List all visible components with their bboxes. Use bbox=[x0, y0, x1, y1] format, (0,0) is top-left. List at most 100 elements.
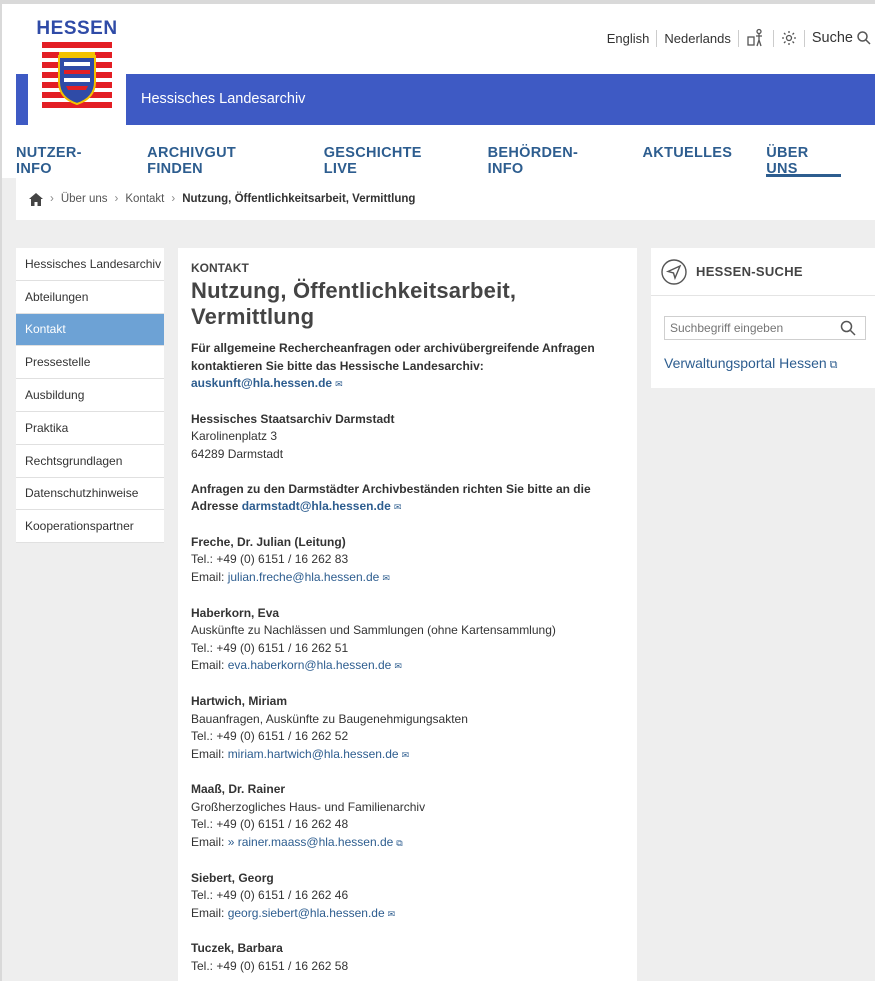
mail-icon: ✉ bbox=[335, 379, 343, 390]
email-label: Email: bbox=[191, 905, 225, 920]
search-button[interactable]: Suche bbox=[812, 30, 871, 46]
sidebar-item-kooperationspartner[interactable]: Kooperationspartner bbox=[16, 510, 164, 544]
chevron-right-icon: › bbox=[171, 193, 176, 205]
contact-tel: Tel.: +49 (0) 6151 / 16 262 48 bbox=[191, 817, 349, 832]
external-link-icon: ⧉ bbox=[829, 359, 838, 371]
sidebar-item-hessisches-landesarchiv[interactable]: Hessisches Landesarchiv bbox=[16, 248, 164, 281]
intro-email-link[interactable]: auskunft@hla.hessen.de bbox=[191, 376, 332, 390]
hessen-logo[interactable]: HESSEN bbox=[28, 4, 126, 126]
email-label: Email: bbox=[191, 658, 225, 673]
sidebar-item-praktika[interactable]: Praktika bbox=[16, 412, 164, 445]
contact-block: Hartwich, Miriam Bauanfragen, Auskünfte … bbox=[191, 693, 624, 764]
mail-icon: ✉ bbox=[382, 572, 390, 583]
contact-tel: Tel.: +49 (0) 6151 / 16 262 52 bbox=[191, 729, 349, 744]
page-kicker: KONTAKT bbox=[191, 261, 249, 275]
hessen-suche-input[interactable] bbox=[670, 321, 840, 335]
verwaltungsportal-link[interactable]: Verwaltungsportal Hessen ⧉ bbox=[664, 355, 838, 372]
hessen-suche-header: HESSEN-SUCHE bbox=[651, 248, 875, 296]
address-name: Hessisches Staatsarchiv Darmstadt bbox=[191, 411, 395, 426]
page-title: Nutzung, Öffentlichkeitsarbeit, Vermittl… bbox=[191, 278, 517, 329]
contact-block: Haberkorn, Eva Auskünfte zu Nachlässen u… bbox=[191, 605, 624, 676]
divider bbox=[656, 29, 658, 47]
hessen-suche-field[interactable] bbox=[664, 316, 866, 340]
address-city: 64289 Darmstadt bbox=[191, 446, 284, 461]
hessen-coat-of-arms-icon bbox=[42, 42, 112, 108]
nav-aktuelles[interactable]: AKTUELLES bbox=[643, 145, 733, 177]
divider bbox=[772, 29, 774, 47]
contact-block: Siebert, Georg Tel.: +49 (0) 6151 / 16 2… bbox=[191, 870, 624, 924]
contact-name: Hartwich, Miriam bbox=[191, 693, 288, 708]
search-icon[interactable] bbox=[840, 320, 856, 336]
contact-block: Freche, Dr. Julian (Leitung) Tel.: +49 (… bbox=[191, 534, 624, 588]
contact-tel: Tel.: +49 (0) 6151 / 16 262 46 bbox=[191, 888, 349, 903]
email-label: Email: bbox=[191, 746, 225, 761]
sidebar-item-kontakt[interactable]: Kontakt bbox=[16, 313, 164, 347]
contact-email-link[interactable]: » rainer.maass@hla.hessen.de bbox=[228, 835, 394, 849]
sidebar-item-abteilungen[interactable]: Abteilungen bbox=[16, 281, 164, 314]
language-english-link[interactable]: English bbox=[607, 31, 650, 46]
nav-ueber-uns[interactable]: ÜBER UNS bbox=[766, 145, 841, 177]
contact-description: Großherzogliches Haus- und Familienarchi… bbox=[191, 799, 426, 814]
contact-email-link[interactable]: miriam.hartwich@hla.hessen.de bbox=[228, 747, 399, 761]
requests-paragraph: Anfragen zu den Darmstädter Archivbestän… bbox=[191, 481, 624, 517]
requests-email-link[interactable]: darmstadt@hla.hessen.de bbox=[242, 499, 391, 513]
language-dutch-link[interactable]: Nederlands bbox=[664, 31, 731, 46]
contact-description: Auskünfte zu Nachlässen und Sammlungen (… bbox=[191, 623, 556, 638]
chevron-right-icon: › bbox=[50, 193, 54, 205]
top-utility-bar: English Nederlands Suche bbox=[607, 28, 871, 48]
mail-icon: ✉ bbox=[393, 502, 402, 513]
verwaltungsportal-label: Verwaltungsportal Hessen bbox=[664, 355, 827, 371]
breadcrumb-ueber-uns[interactable]: Über uns bbox=[61, 193, 108, 205]
contact-name: Maaß, Dr. Rainer bbox=[191, 782, 286, 797]
address-street: Karolinenplatz 3 bbox=[191, 429, 278, 444]
sidebar-item-pressestelle[interactable]: Pressestelle bbox=[16, 346, 164, 380]
nav-geschichte-live[interactable]: GESCHICHTE LIVE bbox=[324, 145, 454, 177]
search-icon bbox=[857, 31, 871, 45]
sidebar-item-rechtsgrundlagen[interactable]: Rechtsgrundlagen bbox=[16, 445, 164, 478]
contact-block: Tuczek, Barbara Tel.: +49 (0) 6151 / 16 … bbox=[191, 940, 624, 975]
intro-paragraph: Für allgemeine Rechercheanfragen oder ar… bbox=[191, 340, 624, 394]
home-icon[interactable] bbox=[29, 192, 43, 206]
easy-language-icon[interactable] bbox=[746, 28, 766, 48]
contact-tel: Tel.: +49 (0) 6151 / 16 262 51 bbox=[191, 640, 349, 655]
main-content: KONTAKT Nutzung, Öffentlichkeitsarbeit, … bbox=[178, 248, 637, 981]
divider bbox=[803, 29, 805, 47]
contact-name: Tuczek, Barbara bbox=[191, 941, 283, 956]
breadcrumb-kontakt[interactable]: Kontakt bbox=[125, 193, 164, 205]
contact-name: Siebert, Georg bbox=[191, 870, 274, 885]
contact-tel: Tel.: +49 (0) 6151 / 16 262 58 bbox=[191, 959, 349, 974]
mail-icon: ✉ bbox=[401, 749, 410, 760]
contact-tel: Tel.: +49 (0) 6151 / 16 262 83 bbox=[191, 552, 349, 567]
intro-text: Für allgemeine Rechercheanfragen oder ar… bbox=[191, 341, 595, 373]
mail-icon: ✉ bbox=[394, 661, 402, 672]
nav-behoerden-info[interactable]: BEHÖRDEN-INFO bbox=[488, 145, 609, 177]
mail-icon: ✉ bbox=[387, 908, 396, 919]
contact-email-link[interactable]: georg.siebert@hla.hessen.de bbox=[228, 906, 385, 920]
nav-nutzer-info[interactable]: NUTZER-INFO bbox=[16, 145, 113, 177]
breadcrumb: › Über uns › Kontakt › Nutzung, Öffentli… bbox=[16, 178, 875, 220]
contact-block: Maaß, Dr. Rainer Großherzogliches Haus- … bbox=[191, 781, 624, 852]
hessen-suche-title: HESSEN-SUCHE bbox=[696, 264, 803, 279]
logo-text: HESSEN bbox=[36, 18, 118, 39]
divider bbox=[737, 29, 739, 47]
breadcrumb-current: Nutzung, Öffentlichkeitsarbeit, Vermittl… bbox=[182, 193, 416, 205]
sidebar-item-ausbildung[interactable]: Ausbildung bbox=[16, 379, 164, 412]
send-icon bbox=[661, 258, 687, 285]
contact-name: Haberkorn, Eva bbox=[191, 605, 280, 620]
sidebar-item-datenschutzhinweise[interactable]: Datenschutzhinweise bbox=[16, 478, 164, 511]
contact-email-link[interactable]: eva.haberkorn@hla.hessen.de bbox=[228, 658, 392, 672]
settings-gear-icon[interactable] bbox=[781, 30, 797, 46]
address-block: Hessisches Staatsarchiv Darmstadt Karoli… bbox=[191, 411, 624, 464]
contact-email-link[interactable]: julian.freche@hla.hessen.de bbox=[228, 570, 380, 584]
main-navigation: NUTZER-INFO ARCHIVGUT FINDEN GESCHICHTE … bbox=[16, 145, 875, 177]
chevron-right-icon: › bbox=[114, 193, 119, 205]
sidebar-navigation: Hessisches Landesarchiv Abteilungen Kont… bbox=[16, 248, 164, 544]
hessen-suche-box: HESSEN-SUCHE Verwaltungsportal Hessen⧉ bbox=[651, 248, 875, 388]
page-top-border bbox=[0, 0, 875, 4]
nav-archivgut-finden[interactable]: ARCHIVGUT FINDEN bbox=[147, 145, 290, 177]
contact-description: Bauanfragen, Auskünfte zu Baugenehmigung… bbox=[191, 711, 468, 726]
email-label: Email: bbox=[191, 569, 225, 584]
external-link-icon: ⧉ bbox=[396, 838, 403, 849]
email-label: Email: bbox=[191, 835, 225, 850]
archive-name[interactable]: Hessisches Landesarchiv bbox=[141, 91, 305, 107]
